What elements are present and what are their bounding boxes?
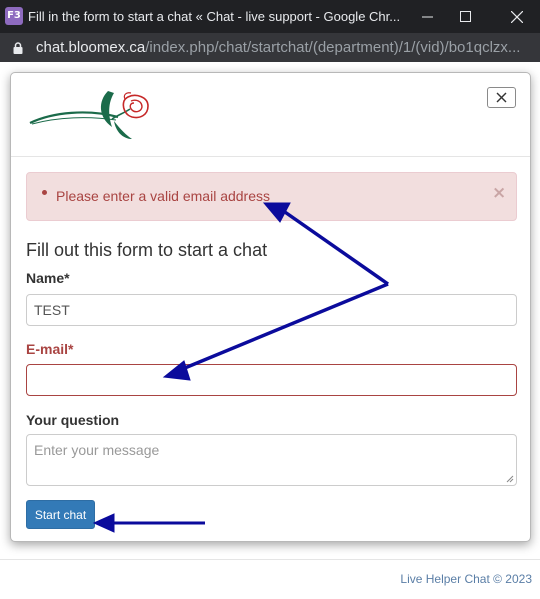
- url-path: /index.php/chat/startchat/(department)/1…: [145, 39, 521, 56]
- close-button[interactable]: [487, 87, 516, 108]
- email-field[interactable]: [26, 364, 517, 396]
- form-heading: Fill out this form to start a chat: [26, 240, 268, 260]
- app-icon: F3: [5, 7, 23, 25]
- question-label: Your question: [26, 412, 120, 428]
- email-label: E-mail*: [26, 341, 73, 357]
- modal-header: [11, 73, 530, 157]
- question-textarea[interactable]: Enter your message: [26, 434, 517, 486]
- chat-modal: Please enter a valid email address × Fil…: [10, 72, 531, 542]
- name-label: Name*: [26, 270, 70, 286]
- name-label-text: Name: [26, 270, 65, 286]
- alert-bullet: [42, 190, 47, 195]
- rose-logo: [29, 91, 149, 139]
- maximize-icon[interactable]: [442, 0, 488, 33]
- name-field[interactable]: TEST: [26, 294, 517, 326]
- alert-dismiss-button[interactable]: ×: [492, 185, 506, 202]
- question-placeholder: Enter your message: [34, 442, 160, 458]
- url-host: chat.bloomex.ca: [36, 39, 146, 56]
- window-title-bar: F3 Fill in the form to start a chat « Ch…: [0, 0, 540, 33]
- resize-grip-icon[interactable]: [506, 475, 514, 483]
- url-text[interactable]: chat.bloomex.ca/index.php/chat/startchat…: [36, 39, 520, 56]
- footer-divider: [0, 559, 540, 560]
- close-icon: [496, 92, 507, 103]
- close-window-icon[interactable]: [494, 0, 540, 33]
- email-label-text: E-mail: [26, 341, 69, 357]
- footer-credit[interactable]: Live Helper Chat © 2023: [400, 572, 532, 586]
- name-required-mark: *: [64, 270, 70, 286]
- error-alert: Please enter a valid email address ×: [26, 172, 517, 221]
- email-required-mark: *: [68, 341, 74, 357]
- page-content: Please enter a valid email address × Fil…: [0, 62, 540, 599]
- alert-message: Please enter a valid email address: [56, 188, 271, 204]
- address-bar[interactable]: chat.bloomex.ca/index.php/chat/startchat…: [0, 33, 540, 62]
- start-chat-button[interactable]: Start chat: [26, 500, 95, 529]
- lock-icon: [13, 42, 23, 54]
- window-title: Fill in the form to start a chat « Chat …: [28, 9, 401, 24]
